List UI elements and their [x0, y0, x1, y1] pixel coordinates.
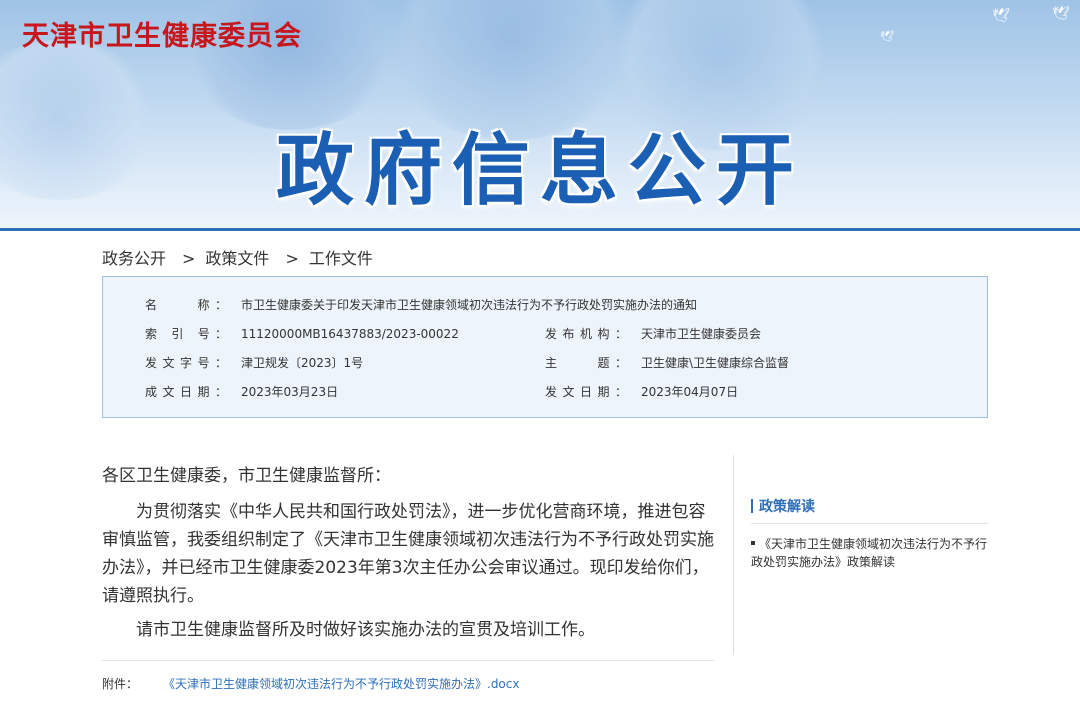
greeting: 各区卫生健康委，市卫生健康监督所： [102, 466, 391, 486]
meta-index-label: 索 引 号： [145, 327, 227, 341]
attachment-label: 附件： [102, 677, 139, 691]
header-banner: 🕊 🕊 🕊 天津市卫生健康委员会 政府信息公开 [0, 0, 1080, 228]
meta-name-value: 市卫生健康委关于印发天津市卫生健康领域初次违法行为不予行政处罚实施办法的通知 [241, 298, 698, 312]
meta-doc-no-value: 津卫规发〔2023〕1号 [241, 356, 364, 370]
document-metadata-panel: 名 称： 市卫生健康委关于印发天津市卫生健康领域初次违法行为不予行政处罚实施办法… [102, 276, 988, 418]
sidebar-title: 政策解读 [751, 496, 815, 516]
agency-name[interactable]: 天津市卫生健康委员会 [22, 14, 302, 53]
meta-topic-value: 卫生健康\卫生健康综合监督 [641, 356, 790, 370]
banner-title: 政府信息公开 [275, 126, 804, 216]
paragraph-2: 请市卫生健康监督所及时做好该实施办法的宣贯及培训工作。 [136, 620, 595, 640]
meta-topic-label: 主 题： [545, 356, 627, 370]
attachment-divider [102, 660, 714, 661]
meta-org-value: 天津市卫生健康委员会 [641, 327, 762, 341]
meta-issued-value: 2023年04月07日 [641, 385, 739, 399]
breadcrumb-item-work-docs[interactable]: 工作文件 [309, 249, 373, 268]
sidebar-divider [733, 455, 734, 655]
breadcrumb-item-policy-docs[interactable]: 政策文件 [205, 249, 269, 268]
meta-org-label: 发布机构： [545, 327, 627, 341]
breadcrumb: 政务公开 > 政策文件 > 工作文件 [102, 245, 379, 269]
document-body: 各区卫生健康委，市卫生健康监督所： 为贯彻落实《中华人民共和国行政处罚法》，进一… [102, 462, 716, 644]
meta-written-value: 2023年03月23日 [241, 385, 339, 399]
bird-icon: 🕊 [880, 30, 894, 43]
attachment-file-link[interactable]: 《天津市卫生健康领域初次违法行为不予行政处罚实施办法》.docx [163, 675, 519, 692]
breadcrumb-separator: > [285, 249, 299, 268]
paragraph-1: 为贯彻落实《中华人民共和国行政处罚法》，进一步优化营商环境，推进包容审慎监管，我… [102, 502, 714, 606]
bird-icon: 🕊 [1052, 6, 1070, 22]
meta-issued-label: 发文日期： [545, 385, 627, 399]
header-divider [0, 228, 1080, 231]
breadcrumb-separator: > [182, 249, 196, 268]
sidebar-title-underline [751, 523, 988, 524]
policy-interpretation-link[interactable]: 《天津市卫生健康领域初次违法行为不予行政处罚实施办法》政策解读 [751, 535, 988, 571]
breadcrumb-item-gov-affairs[interactable]: 政务公开 [102, 249, 166, 268]
meta-doc-no-label: 发文字号： [145, 356, 227, 370]
meta-index-value: 11120000MB16437883/2023-00022 [241, 327, 459, 341]
bird-icon: 🕊 [992, 8, 1010, 24]
meta-written-label: 成文日期： [145, 385, 227, 399]
meta-name-label: 名 称： [145, 298, 227, 312]
